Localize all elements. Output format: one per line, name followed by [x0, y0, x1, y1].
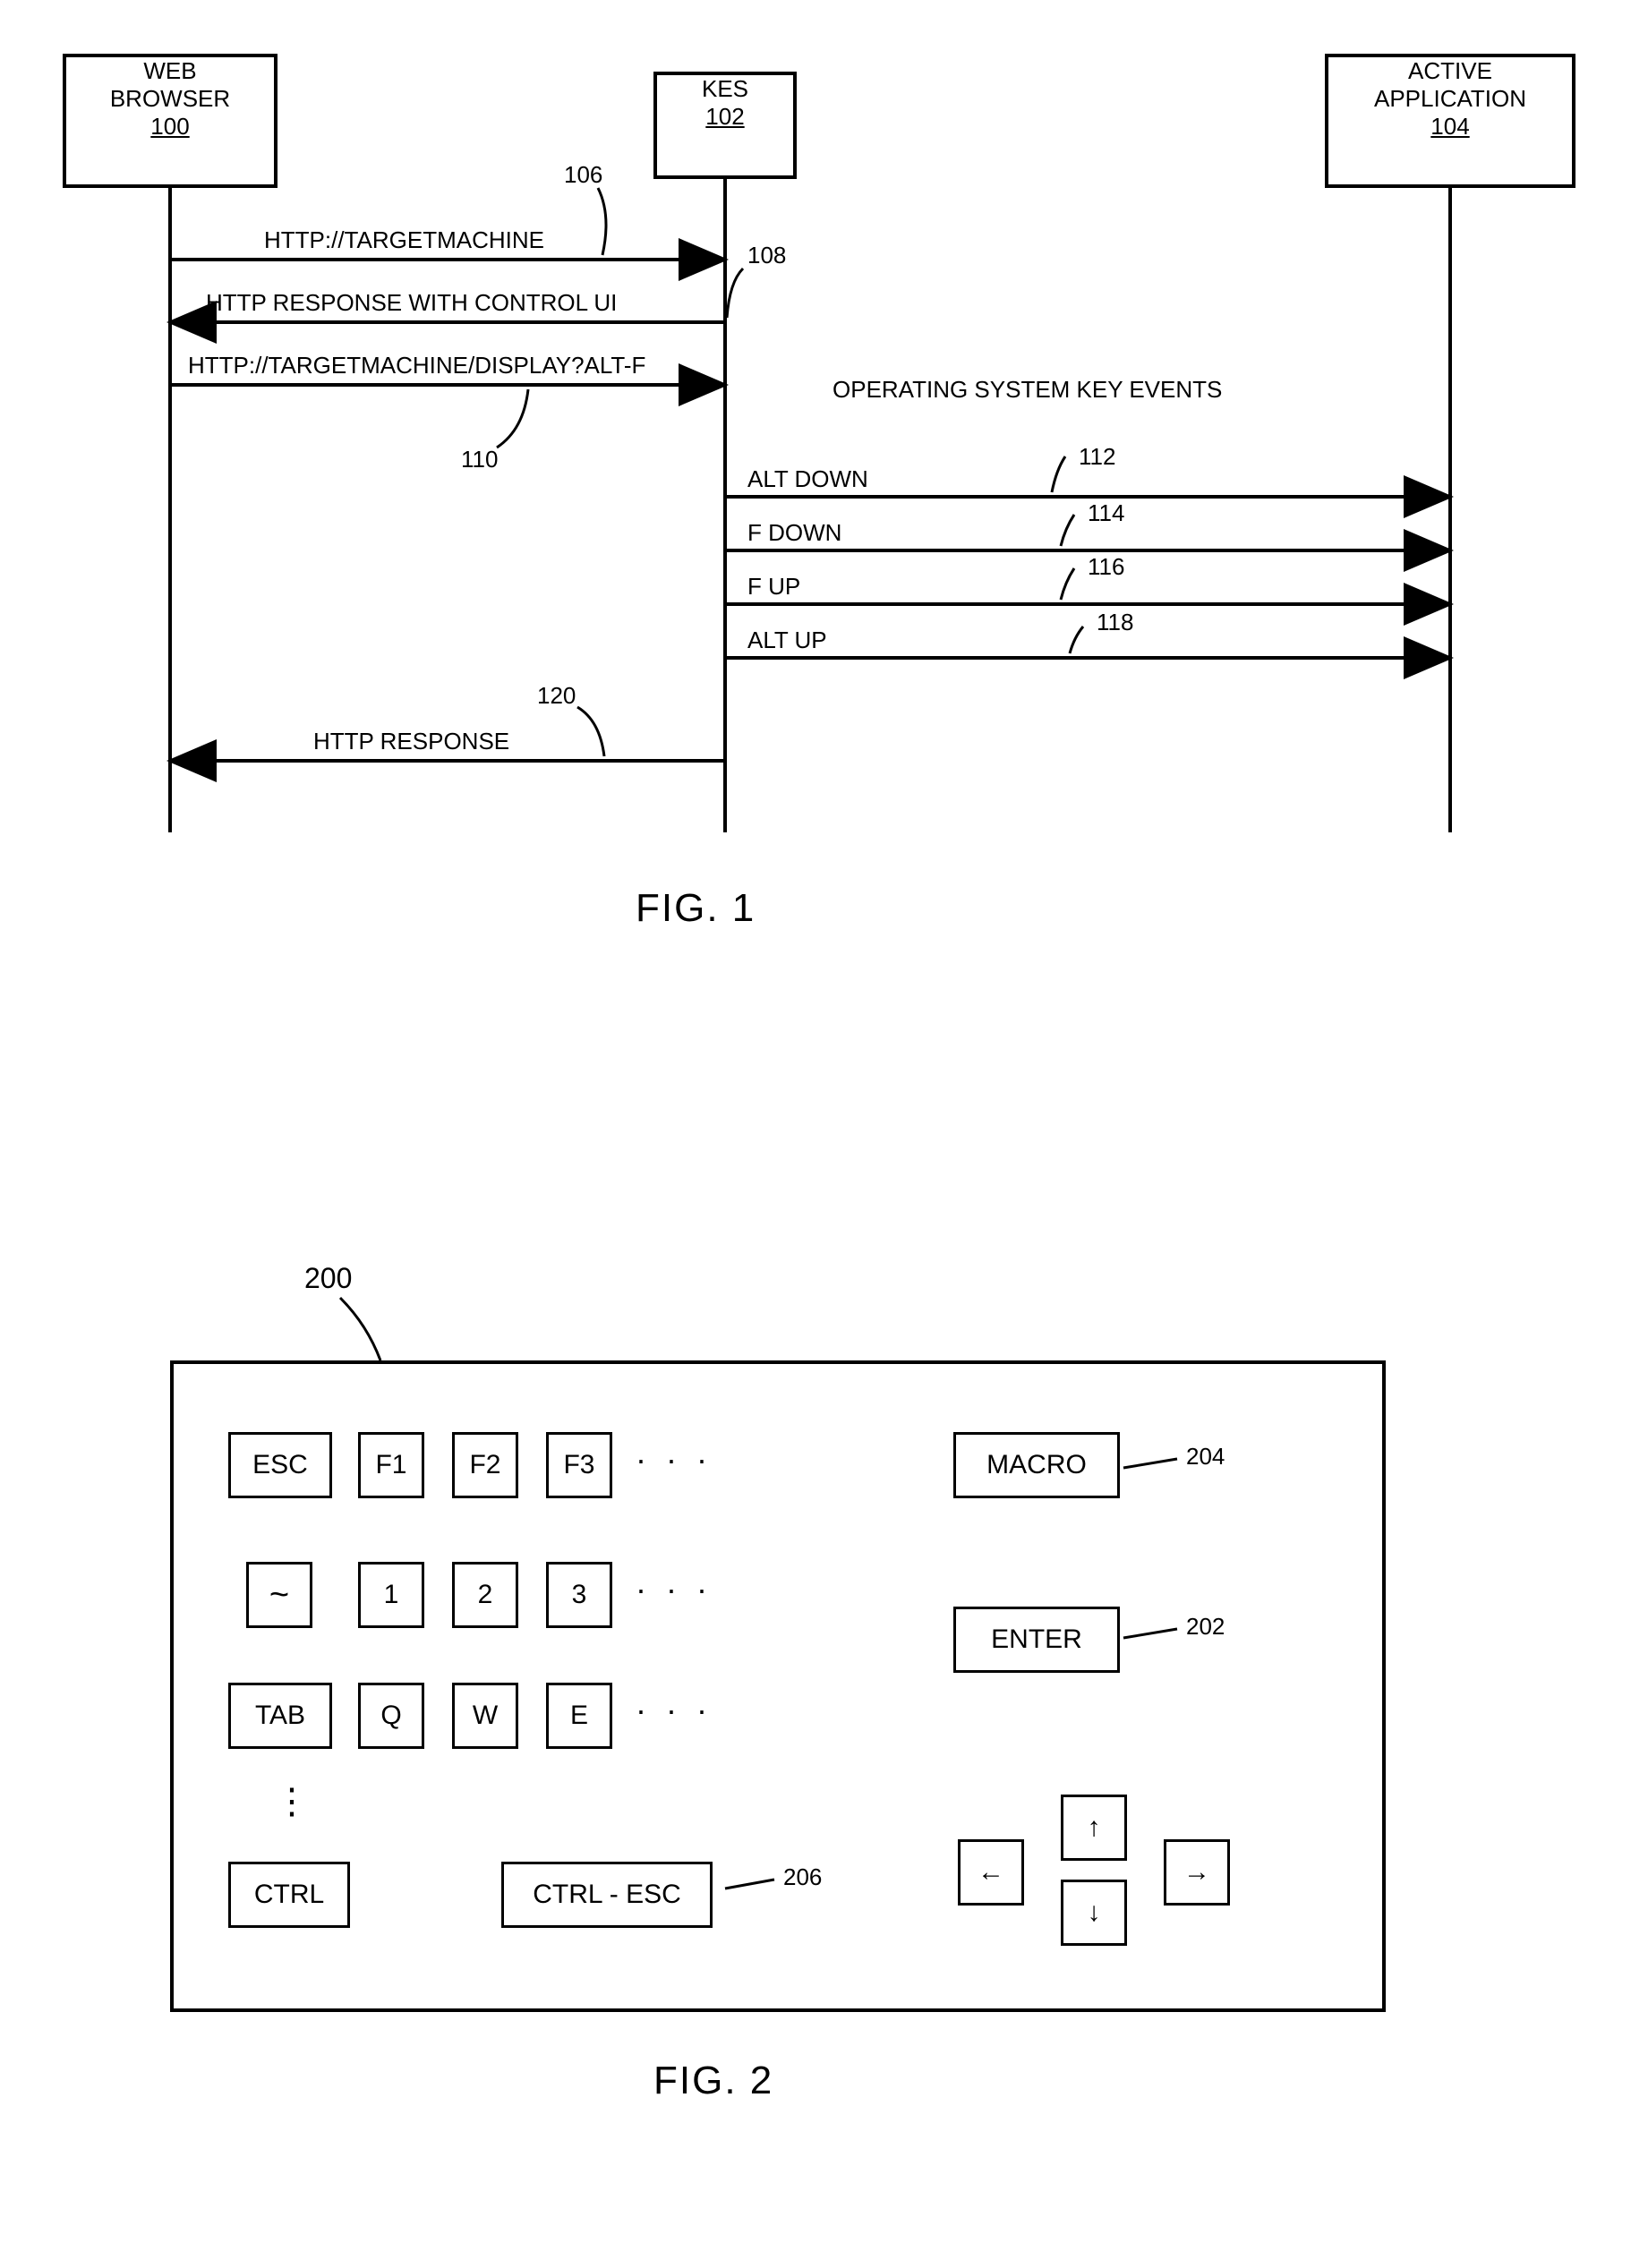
key-ctrl-label: CTRL: [254, 1880, 324, 1910]
key-esc[interactable]: ESC: [228, 1432, 332, 1498]
key-e[interactable]: E: [546, 1683, 612, 1749]
key-1[interactable]: 1: [358, 1562, 424, 1628]
key-f3-label: F3: [563, 1450, 594, 1480]
dots-r2: · · ·: [636, 1571, 713, 1608]
key-3[interactable]: 3: [546, 1562, 612, 1628]
key-left[interactable]: ←: [958, 1839, 1024, 1906]
fig2-caption: FIG. 2: [653, 2059, 773, 2103]
key-ctrl[interactable]: CTRL: [228, 1862, 350, 1928]
arrow-up-icon: ↑: [1088, 1812, 1101, 1843]
key-f1-label: F1: [375, 1450, 406, 1480]
page: WEB BROWSER 100 KES 102 ACTIVE APPLICATI…: [0, 0, 1648, 2268]
key-f2[interactable]: F2: [452, 1432, 518, 1498]
key-up[interactable]: ↑: [1061, 1795, 1127, 1861]
key-f1[interactable]: F1: [358, 1432, 424, 1498]
key-ctrl-esc[interactable]: CTRL - ESC: [501, 1862, 713, 1928]
key-q-label: Q: [380, 1701, 401, 1731]
key-w-label: W: [473, 1701, 498, 1731]
dots-r3: · · ·: [636, 1692, 713, 1729]
key-enter[interactable]: ENTER: [953, 1607, 1120, 1673]
key-enter-label: ENTER: [991, 1624, 1082, 1655]
key-tab-label: TAB: [255, 1701, 305, 1731]
key-ctrl-esc-label: CTRL - ESC: [533, 1880, 681, 1910]
key-f2-label: F2: [469, 1450, 500, 1480]
key-w[interactable]: W: [452, 1683, 518, 1749]
arrow-right-icon: →: [1183, 1857, 1210, 1888]
ref-202: 202: [1186, 1613, 1225, 1641]
key-q[interactable]: Q: [358, 1683, 424, 1749]
key-1-label: 1: [384, 1580, 399, 1610]
key-down[interactable]: ↓: [1061, 1880, 1127, 1946]
key-2[interactable]: 2: [452, 1562, 518, 1628]
arrow-down-icon: ↓: [1088, 1897, 1101, 1928]
key-macro-label: MACRO: [986, 1450, 1087, 1480]
key-esc-label: ESC: [252, 1450, 308, 1480]
key-f3[interactable]: F3: [546, 1432, 612, 1498]
ref-204: 204: [1186, 1443, 1225, 1471]
key-macro[interactable]: MACRO: [953, 1432, 1120, 1498]
key-e-label: E: [570, 1701, 588, 1731]
vdots: ⋮: [274, 1781, 315, 1822]
key-right[interactable]: →: [1164, 1839, 1230, 1906]
key-3-label: 3: [572, 1580, 587, 1610]
arrow-left-icon: ←: [978, 1857, 1004, 1888]
key-2-label: 2: [478, 1580, 493, 1610]
dots-r1: · · ·: [636, 1441, 713, 1479]
key-tab[interactable]: TAB: [228, 1683, 332, 1749]
key-tilde-label: ~: [269, 1576, 289, 1615]
ref-206: 206: [783, 1863, 822, 1891]
key-tilde[interactable]: ~: [246, 1562, 312, 1628]
